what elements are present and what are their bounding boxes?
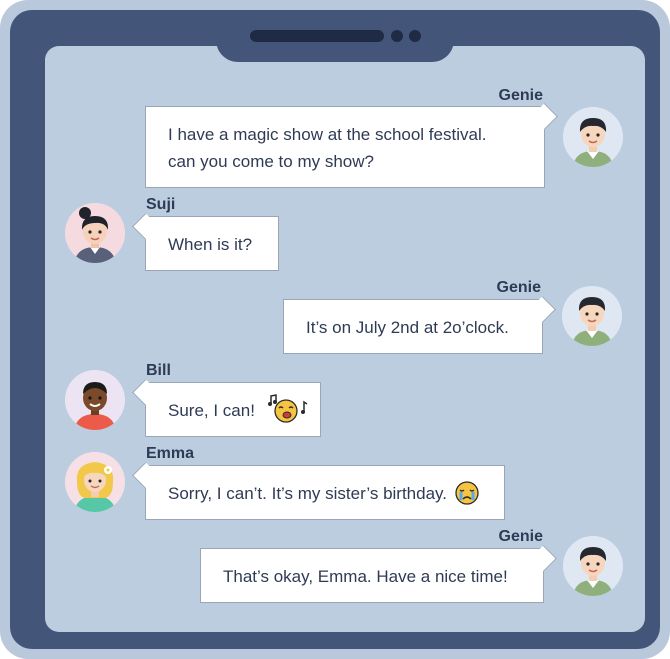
avatar-genie [562, 286, 622, 346]
girl-avatar-icon [65, 203, 125, 263]
message-bubble-genie-1: I have a magic show at the school festiv… [145, 106, 545, 188]
chat-screen: Genie I have a magic show at the school … [45, 46, 645, 632]
tablet-body: Genie I have a magic show at the school … [10, 10, 660, 649]
boy-avatar-icon [65, 370, 125, 430]
avatar-bill [65, 370, 125, 430]
message-bubble-genie-3: That’s okay, Emma. Have a nice time! [200, 548, 544, 603]
sender-name-genie: Genie [498, 528, 543, 545]
message-bubble-bill: Sure, I can! [145, 382, 321, 437]
message-text-content: Sorry, I can’t. It’s my sister’s birthda… [168, 484, 448, 503]
tablet-outer-frame: Genie I have a magic show at the school … [0, 0, 670, 659]
avatar-emma [65, 452, 125, 512]
singing-face-emoji-icon [267, 393, 308, 423]
message-text: That’s okay, Emma. Have a nice time! [223, 567, 508, 586]
message-text-line: I have a magic show at the school festiv… [168, 125, 487, 144]
message-text-line: can you come to my show? [168, 152, 374, 171]
message-bubble-genie-2: It’s on July 2nd at 2o’clock. [283, 299, 543, 354]
sender-name-genie: Genie [498, 87, 543, 104]
message-text: Sure, I can! [168, 393, 310, 424]
speaker-grille [250, 30, 384, 42]
message-text: It’s on July 2nd at 2o’clock. [306, 318, 509, 337]
camera-dot [409, 30, 421, 42]
message-bubble-emma: Sorry, I can’t. It’s my sister’s birthda… [145, 465, 505, 520]
message-bubble-suji: When is it? [145, 216, 279, 271]
message-text: When is it? [168, 235, 253, 254]
girl-avatar-icon [65, 452, 125, 512]
sender-name-suji: Suji [146, 196, 176, 213]
tablet-notch [216, 10, 454, 62]
boy-avatar-icon [563, 107, 623, 167]
boy-avatar-icon [562, 286, 622, 346]
message-text-content: Sure, I can! [168, 401, 255, 420]
sender-name-genie: Genie [496, 279, 541, 296]
avatar-suji [65, 203, 125, 263]
crying-face-emoji-icon [455, 480, 479, 505]
boy-avatar-icon [563, 536, 623, 596]
avatar-genie [563, 536, 623, 596]
sender-name-emma: Emma [146, 445, 195, 462]
message-text: Sorry, I can’t. It’s my sister’s birthda… [168, 480, 480, 507]
camera-dot [391, 30, 403, 42]
sender-name-bill: Bill [146, 362, 171, 379]
avatar-genie [563, 107, 623, 167]
